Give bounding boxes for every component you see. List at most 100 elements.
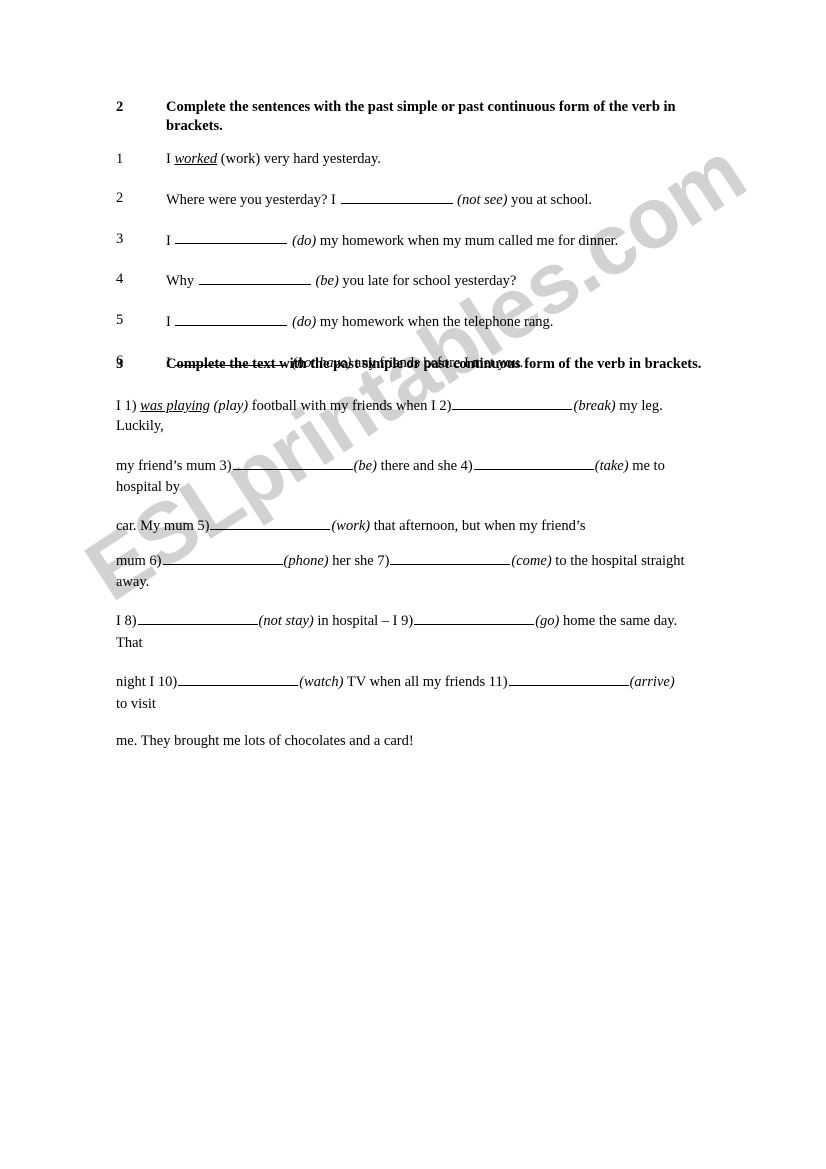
answer-blank[interactable] bbox=[137, 610, 258, 625]
answer-blank[interactable] bbox=[390, 550, 511, 565]
exercise-3-line: away. bbox=[116, 573, 149, 592]
text-fragment: I 8) bbox=[116, 612, 137, 629]
item-number: 1 bbox=[116, 151, 124, 168]
sentence-prefix: Where were you yesterday? I bbox=[166, 191, 340, 208]
answer-blank[interactable] bbox=[175, 311, 288, 326]
exercise-3-line: hospital by bbox=[116, 478, 180, 497]
answer-blank[interactable] bbox=[473, 455, 594, 470]
sentence-prefix: Why bbox=[166, 273, 198, 290]
text-fragment: night I 10) bbox=[116, 673, 178, 690]
answer-blank[interactable] bbox=[340, 189, 453, 204]
item-sentence: I (do) my homework when my mum called me… bbox=[166, 230, 716, 251]
exercise-3-line: I 1) was playing (play) football with my… bbox=[116, 395, 663, 416]
exercise-3-line: I 8) (not stay) in hospital – I 9) (go) ho… bbox=[116, 610, 677, 631]
exercise-3-instruction: Complete the text with the past simple o… bbox=[166, 356, 702, 372]
verb-cue: (do) bbox=[292, 232, 317, 249]
verb-cue: (be) bbox=[353, 457, 377, 474]
sentence-suffix: my homework when the telephone rang. bbox=[316, 313, 554, 330]
item-number: 3 bbox=[116, 230, 124, 247]
worksheet-page: 2 Complete the sentences with the past s… bbox=[0, 0, 826, 1169]
text-fragment: my leg. bbox=[615, 397, 663, 414]
exercise-2-item: 3 I (do) my homework when my mum called m… bbox=[116, 230, 716, 251]
verb-cue: (work) bbox=[220, 151, 261, 168]
exercise-3-heading: 3 Complete the text with the past simple… bbox=[116, 355, 716, 374]
exercise-2-instruction: Complete the sentences with the past sim… bbox=[166, 99, 676, 135]
answer-blank[interactable] bbox=[414, 610, 535, 625]
item-sentence: I worked (work) very hard yesterday. bbox=[166, 150, 716, 169]
exercise-2-item: 5 I (do) my homework when the telephone r… bbox=[116, 311, 716, 332]
item-number: 4 bbox=[116, 271, 124, 288]
item-sentence: Why (be) you late for school yesterday? bbox=[166, 270, 716, 291]
text-fragment: mum 6) bbox=[116, 552, 162, 569]
verb-cue: (do) bbox=[292, 313, 317, 330]
answer-blank[interactable] bbox=[178, 671, 299, 686]
example-answer: was playing bbox=[140, 397, 210, 414]
exercise-2-item: 4 Why (be) you late for school yesterday? bbox=[116, 270, 716, 291]
verb-cue: (play) bbox=[213, 397, 249, 414]
exercise-3-line: night I 10) (watch) TV when all my friend… bbox=[116, 671, 675, 692]
text-fragment: hospital by bbox=[116, 479, 181, 495]
example-answer: worked bbox=[174, 151, 218, 168]
text-fragment: there and she 4) bbox=[376, 457, 473, 474]
item-sentence: I (do) my homework when the telephone ra… bbox=[166, 311, 716, 332]
item-number: 2 bbox=[116, 190, 124, 207]
exercise-3-line: to visit bbox=[116, 695, 156, 714]
verb-cue: (phone) bbox=[283, 552, 329, 569]
answer-blank[interactable] bbox=[452, 395, 573, 410]
exercise-2-heading: 2 Complete the sentences with the past s… bbox=[116, 98, 716, 136]
answer-blank[interactable] bbox=[232, 455, 353, 470]
verb-cue: (work) bbox=[331, 517, 371, 534]
text-fragment: I 1) bbox=[116, 397, 141, 414]
text-fragment: car. My mum 5) bbox=[116, 517, 210, 534]
text-fragment: me to bbox=[628, 457, 665, 474]
answer-blank[interactable] bbox=[198, 270, 311, 286]
verb-cue: (arrive) bbox=[629, 673, 675, 690]
text-fragment: me. They brought me lots of chocolates a… bbox=[116, 733, 414, 749]
verb-cue: (come) bbox=[511, 552, 552, 569]
sentence-prefix: I bbox=[166, 232, 175, 249]
sentence-suffix: you at school. bbox=[507, 191, 593, 208]
exercise-2-number: 2 bbox=[116, 99, 124, 115]
exercise-2-block: 2 Complete the sentences with the past s… bbox=[116, 98, 716, 372]
sentence-suffix: very hard yesterday. bbox=[260, 151, 381, 168]
text-fragment: her she 7) bbox=[328, 552, 390, 569]
text-fragment: home the same day. bbox=[559, 612, 678, 629]
text-fragment: to the hospital straight bbox=[551, 552, 685, 569]
text-fragment: away. bbox=[116, 574, 150, 590]
exercise-3-line: Luckily, bbox=[116, 417, 164, 436]
answer-blank[interactable] bbox=[175, 230, 288, 245]
text-fragment: football with my friends when I 2) bbox=[248, 397, 452, 414]
verb-cue: (not stay) bbox=[258, 612, 314, 629]
exercise-3-line: That bbox=[116, 634, 143, 653]
verb-cue: (break) bbox=[573, 397, 616, 414]
sentence-suffix: my homework when my mum called me for di… bbox=[316, 232, 619, 249]
verb-cue: (go) bbox=[535, 612, 560, 629]
verb-cue: (take) bbox=[594, 457, 629, 474]
verb-cue: (not see) bbox=[457, 191, 508, 208]
exercise-3-line: mum 6) (phone) her she 7) (come) to the ho… bbox=[116, 550, 685, 571]
exercise-2-item: 2 Where were you yesterday? I (not see) y… bbox=[116, 189, 716, 210]
text-fragment: That bbox=[116, 635, 143, 651]
sentence-suffix: you late for school yesterday? bbox=[338, 273, 517, 290]
text-fragment: in hospital – I 9) bbox=[313, 612, 414, 629]
verb-cue: (be) bbox=[315, 273, 339, 290]
exercise-3-line: my friend’s mum 3) (be) there and she 4) (… bbox=[116, 455, 665, 476]
answer-blank[interactable] bbox=[508, 671, 629, 686]
text-fragment: to visit bbox=[116, 696, 156, 712]
text-fragment: my friend’s mum 3) bbox=[116, 457, 232, 474]
item-number: 5 bbox=[116, 311, 124, 328]
answer-blank[interactable] bbox=[162, 550, 283, 565]
text-fragment: Luckily, bbox=[116, 418, 164, 434]
text-fragment: that afternoon, but when my friend’s bbox=[370, 517, 586, 534]
sentence-prefix: I bbox=[166, 313, 175, 330]
exercise-3-line: car. My mum 5) (work) that afternoon, but… bbox=[116, 515, 586, 536]
exercise-3-line: me. They brought me lots of chocolates a… bbox=[116, 732, 414, 751]
exercise-3-block: 3 Complete the text with the past simple… bbox=[116, 355, 716, 374]
verb-cue: (watch) bbox=[299, 673, 344, 690]
answer-blank[interactable] bbox=[210, 515, 331, 530]
text-fragment: TV when all my friends 11) bbox=[343, 673, 508, 690]
exercise-3-number: 3 bbox=[116, 356, 124, 372]
exercise-2-item-list: 1 I worked (work) very hard yesterday. 2 Wh… bbox=[116, 150, 716, 372]
item-sentence: Where were you yesterday? I (not see) yo… bbox=[166, 189, 716, 210]
exercise-2-item: 1 I worked (work) very hard yesterday. bbox=[116, 150, 716, 169]
